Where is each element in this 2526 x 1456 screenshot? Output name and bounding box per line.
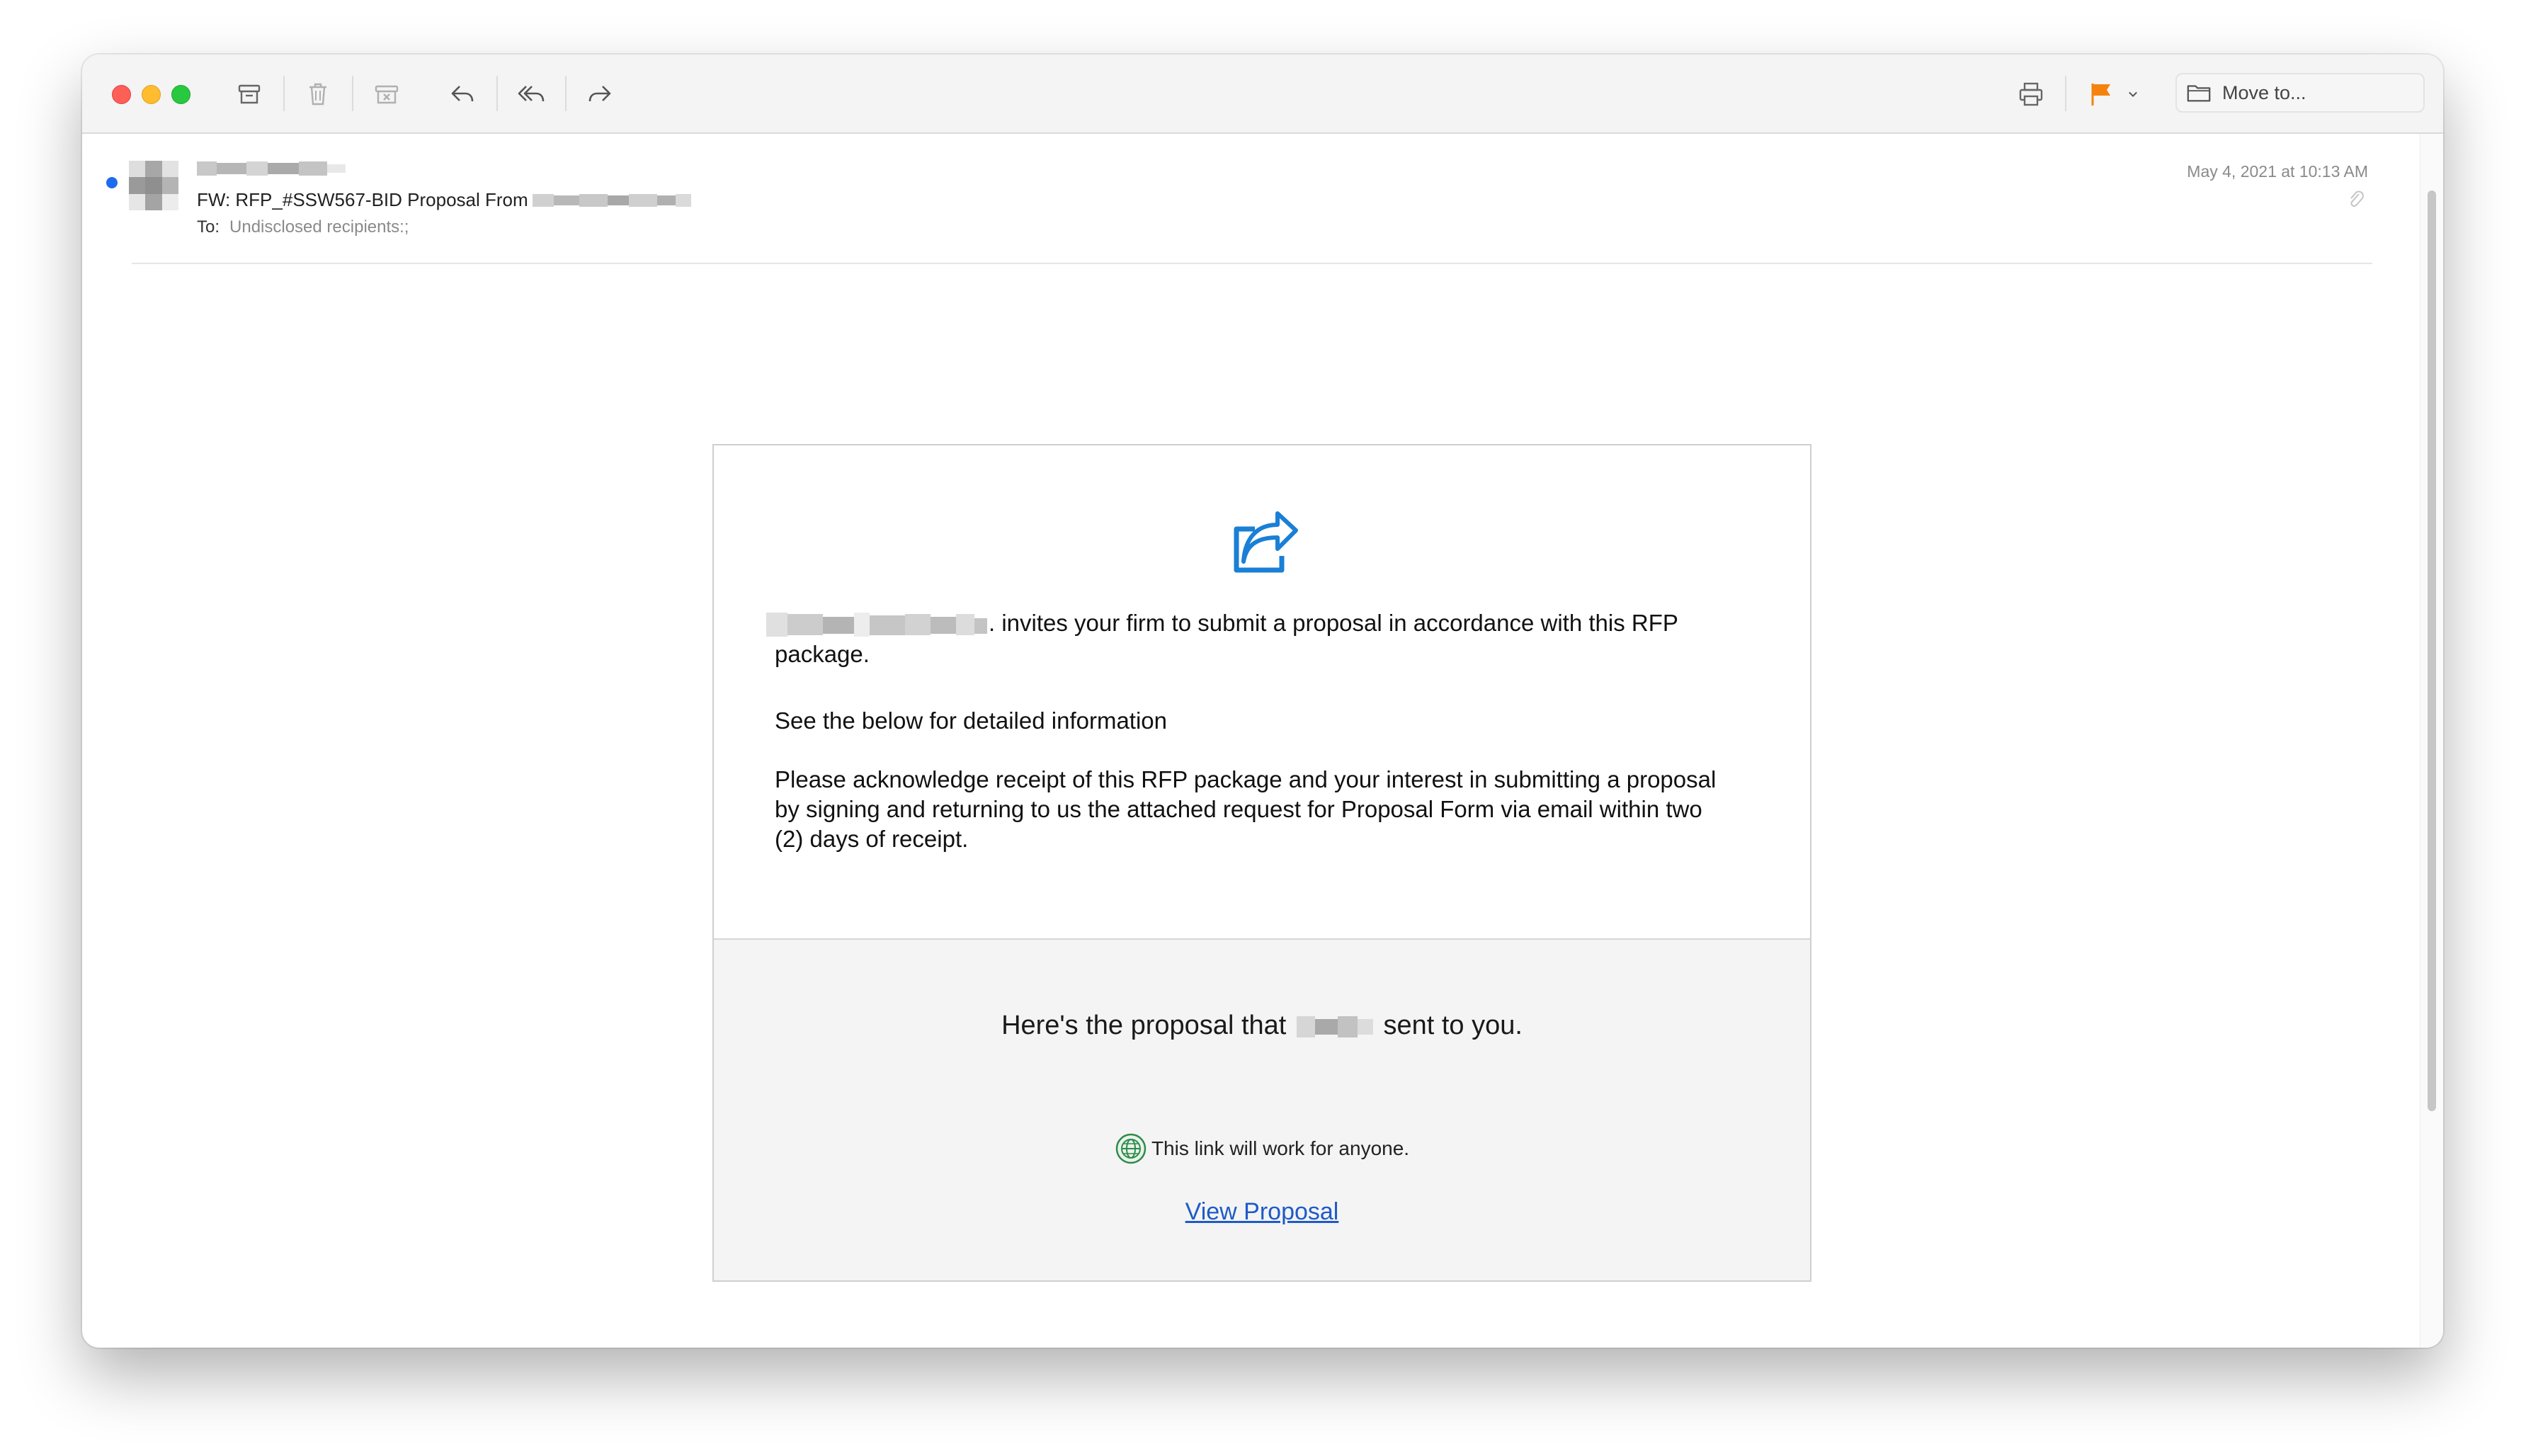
minimize-window-button[interactable] [142, 85, 161, 104]
sender-first-name-redacted [1296, 1016, 1373, 1037]
subject-text: FW: RFP_#SSW567-BID Proposal From [197, 189, 528, 210]
junk-icon [375, 85, 399, 104]
reply-button[interactable] [445, 76, 480, 112]
mail-window: Move to... FW: RFP_#SSW567-BID Proposal … [82, 55, 2443, 1348]
reply-icon [451, 86, 474, 102]
reply-all-button[interactable] [513, 76, 549, 112]
archive-icon [238, 84, 261, 104]
proposal-heading: Here's the proposal that sent to you. [714, 1011, 1810, 1041]
chevron-down-icon [2129, 91, 2137, 97]
link-access-text: This link will work for anyone. [1151, 1137, 1410, 1159]
avatar [129, 161, 178, 210]
toolbar-separator [2065, 76, 2066, 111]
to-value: Undisclosed recipients:; [229, 217, 409, 237]
message-body-card: . invites your firm to submit a proposal… [712, 444, 1811, 1282]
toolbar-separator [283, 76, 285, 111]
subject-line: FW: RFP_#SSW567-BID Proposal From [197, 189, 691, 211]
close-window-button[interactable] [112, 85, 131, 104]
print-icon [2019, 82, 2043, 106]
company-name-redacted [766, 613, 987, 637]
toolbar-separator [565, 76, 567, 111]
subject-sender-redacted [532, 193, 691, 207]
forward-button[interactable] [582, 76, 618, 112]
flag-icon [2091, 84, 2110, 106]
flag-button[interactable] [2083, 76, 2119, 112]
globe-icon [1115, 1133, 1147, 1164]
card-message-section: . invites your firm to submit a proposal… [714, 445, 1810, 938]
card-link-section: Here's the proposal that sent to you. Th… [714, 938, 1810, 1280]
move-to-label: Move to... [2222, 81, 2306, 103]
link-access-notice: This link will work for anyone. [714, 1132, 1810, 1165]
message-date: May 4, 2021 at 10:13 AM [2187, 162, 2368, 181]
flag-menu-button[interactable] [2122, 76, 2144, 112]
folder-icon [2187, 85, 2211, 102]
print-button[interactable] [2013, 76, 2049, 112]
archive-button[interactable] [232, 76, 267, 112]
toolbar: Move to... [82, 55, 2443, 134]
header-divider [132, 263, 2372, 264]
details-paragraph: See the below for detailed information [775, 707, 1168, 734]
move-to-dropdown[interactable]: Move to... [2175, 73, 2425, 113]
zoom-window-button[interactable] [171, 85, 190, 104]
scrollbar[interactable] [2420, 134, 2443, 1348]
trash-icon [309, 83, 326, 106]
paperclip-icon [2350, 190, 2364, 207]
share-icon [1234, 511, 1298, 573]
unread-indicator [106, 177, 118, 188]
acknowledge-paragraph: Please acknowledge receipt of this RFP p… [775, 766, 1717, 852]
recipients-line: To: Undisclosed recipients:; [197, 217, 409, 237]
invite-paragraph: . invites your firm to submit a proposal… [766, 608, 1732, 669]
delete-button[interactable] [300, 76, 336, 112]
toolbar-separator [352, 76, 353, 111]
forward-icon [588, 86, 611, 102]
reply-all-icon [518, 86, 545, 102]
proposal-prefix: Here's the proposal that [1001, 1011, 1287, 1040]
view-proposal-link[interactable]: View Proposal [714, 1198, 1810, 1226]
toolbar-separator [496, 76, 498, 111]
to-label: To: [197, 217, 220, 237]
scrollbar-thumb[interactable] [2428, 190, 2436, 1111]
proposal-suffix: sent to you. [1383, 1011, 1523, 1040]
sender-name-redacted [197, 161, 346, 176]
junk-button[interactable] [369, 76, 404, 112]
